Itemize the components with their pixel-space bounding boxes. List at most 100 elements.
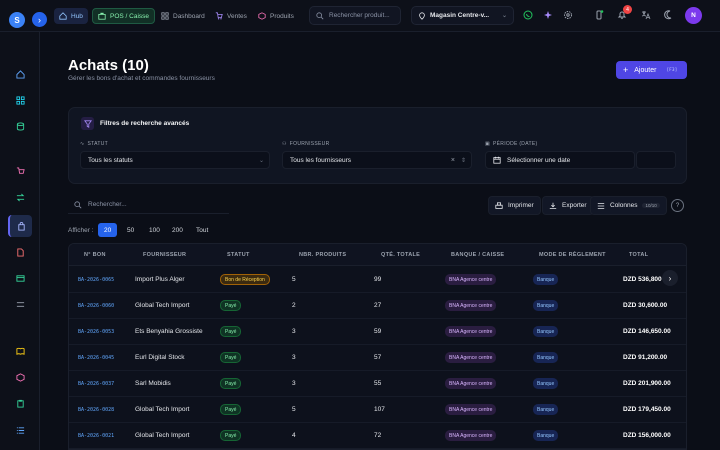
period-filter-label: ▣ PÉRIODE (DATE) bbox=[485, 141, 537, 147]
sidebar-item-book[interactable] bbox=[12, 343, 28, 359]
table-row[interactable]: BA-2026-0045 Eurl Digital Stock Payé 3 57 BNA… bbox=[69, 345, 686, 371]
tab-pos-label: POS / Caisse bbox=[110, 12, 150, 20]
table-row[interactable]: BA-2026-0060 Global Tech Import Payé 2 27 BNA… bbox=[69, 293, 686, 319]
cell-ref[interactable]: BA-2026-0045 bbox=[78, 355, 114, 361]
supplier-filter-select[interactable]: Tous les fournisseurs × ⇕ bbox=[282, 151, 472, 169]
cell-nbr-products: 2 bbox=[292, 302, 296, 309]
top-bar: S › Hub POS / Caisse Dashboard Ventes Pr… bbox=[0, 0, 720, 32]
gear-icon[interactable] bbox=[562, 9, 574, 21]
cell-nbr-products: 4 bbox=[292, 432, 296, 439]
book-icon bbox=[15, 347, 25, 355]
cell-ref[interactable]: BA-2026-0065 bbox=[78, 277, 114, 283]
tab-ventes[interactable]: Ventes bbox=[210, 8, 252, 24]
sidebar-item-ventes[interactable] bbox=[12, 163, 28, 179]
sidebar bbox=[0, 32, 40, 450]
chevron-updown-icon: ⇕ bbox=[460, 157, 466, 164]
page-size-100[interactable]: 100 bbox=[143, 223, 166, 237]
sidebar-item-documents[interactable] bbox=[12, 244, 28, 260]
page-size-all[interactable]: Tout bbox=[190, 223, 214, 237]
col-header-supplier[interactable]: FOURNISSEUR bbox=[143, 252, 186, 258]
box-icon bbox=[258, 12, 266, 20]
sidebar-item-clipboard[interactable] bbox=[12, 395, 28, 411]
page-title: Achats (10) bbox=[68, 57, 149, 74]
sidebar-item-list[interactable] bbox=[12, 422, 28, 438]
col-header-total[interactable]: TOTAL bbox=[629, 252, 648, 258]
page-size-200[interactable]: 200 bbox=[166, 223, 189, 237]
sidebar-item-stock[interactable] bbox=[12, 118, 28, 134]
print-button[interactable]: Imprimer bbox=[488, 196, 541, 215]
period-filter-input[interactable]: Sélectionner une date bbox=[485, 151, 635, 169]
col-header-nbr[interactable]: NBR. PRODUITS bbox=[299, 252, 346, 258]
scroll-right-icon[interactable]: › bbox=[662, 270, 678, 286]
sparkles-icon[interactable] bbox=[542, 9, 554, 21]
purchases-table: N° BON FOURNISSEUR STATUT NBR. PRODUITS … bbox=[68, 243, 687, 450]
page-subtitle: Gérer les bons d'achat et commandes four… bbox=[68, 75, 215, 82]
global-search-input[interactable]: Rechercher produit... bbox=[309, 6, 401, 25]
table-row[interactable]: BA-2026-0028 Global Tech Import Payé 5 107 BN… bbox=[69, 397, 686, 423]
grid-icon bbox=[15, 95, 25, 105]
col-header-qty[interactable]: QTÉ. TOTALE bbox=[381, 252, 420, 258]
columns-button[interactable]: Colonnes 10/10 bbox=[590, 196, 667, 215]
register-icon bbox=[98, 12, 106, 20]
shopping-bag-icon bbox=[17, 221, 25, 231]
add-button[interactable]: + Ajouter [F3] bbox=[616, 61, 687, 79]
table-search-input[interactable]: Rechercher... bbox=[68, 196, 229, 214]
table-row[interactable]: BA-2026-0065 Import Plus Alger Bon de Réce… bbox=[69, 267, 686, 293]
sidebar-item-transfers[interactable] bbox=[12, 189, 28, 205]
tab-pos[interactable]: POS / Caisse bbox=[92, 8, 156, 24]
col-header-bank[interactable]: BANQUE / CAISSE bbox=[451, 252, 504, 258]
col-header-status[interactable]: STATUT bbox=[227, 252, 250, 258]
table-row[interactable]: BA-2026-0021 Global Tech Import Payé 4 72 BNA… bbox=[69, 423, 686, 449]
whatsapp-icon[interactable] bbox=[522, 9, 534, 21]
sidebar-item-home[interactable] bbox=[12, 66, 28, 82]
sidebar-item-payments[interactable] bbox=[12, 270, 28, 286]
cell-ref[interactable]: BA-2026-0021 bbox=[78, 433, 114, 439]
period-filter-label-text: PÉRIODE (DATE) bbox=[493, 141, 538, 147]
cell-ref[interactable]: BA-2026-0037 bbox=[78, 381, 114, 387]
store-selector[interactable]: Magasin Centre-v... ⌄ bbox=[411, 6, 514, 25]
chevron-right-icon[interactable]: › bbox=[32, 12, 47, 27]
cell-ref[interactable]: BA-2026-0028 bbox=[78, 407, 114, 413]
moon-icon[interactable] bbox=[663, 9, 675, 21]
sidebar-item-achats[interactable] bbox=[8, 215, 32, 237]
sidebar-item-products[interactable] bbox=[12, 369, 28, 385]
status-badge: Payé bbox=[220, 404, 242, 415]
cell-total: DZD 156,000.00 bbox=[623, 432, 671, 439]
cell-qty-total: 55 bbox=[374, 380, 382, 387]
cell-total: DZD 179,450.00 bbox=[623, 406, 671, 413]
page-size-50[interactable]: 50 bbox=[121, 223, 140, 237]
table-row[interactable]: BA-2026-0053 Ets Benyahia Grossiste Payé 3 5… bbox=[69, 319, 686, 345]
app-logo[interactable]: S bbox=[9, 12, 25, 28]
sidebar-item-exchange[interactable] bbox=[12, 296, 28, 312]
table-search-placeholder: Rechercher... bbox=[88, 201, 127, 208]
col-header-ref[interactable]: N° BON bbox=[84, 252, 106, 258]
col-header-mode[interactable]: MODE DE RÈGLEMENT bbox=[539, 252, 606, 258]
filters-title: Filtres de recherche avancés bbox=[100, 120, 190, 127]
page-size-20[interactable]: 20 bbox=[98, 223, 118, 237]
help-icon[interactable]: ? bbox=[671, 199, 684, 212]
cart-icon bbox=[215, 12, 223, 20]
cell-ref[interactable]: BA-2026-0053 bbox=[78, 329, 114, 335]
tab-dashboard[interactable]: Dashboard bbox=[156, 8, 210, 24]
table-header: N° BON FOURNISSEUR STATUT NBR. PRODUITS … bbox=[69, 244, 686, 266]
sidebar-item-dashboard[interactable] bbox=[12, 92, 28, 108]
status-filter-select[interactable]: Tous les statuts ⌄ bbox=[80, 151, 270, 169]
cell-ref[interactable]: BA-2026-0060 bbox=[78, 303, 114, 309]
tab-produits[interactable]: Produits bbox=[253, 8, 299, 24]
cell-qty-total: 57 bbox=[374, 354, 382, 361]
columns-count: 10/10 bbox=[642, 203, 660, 208]
mobile-icon[interactable] bbox=[593, 9, 605, 21]
search-icon bbox=[316, 11, 324, 19]
cell-nbr-products: 3 bbox=[292, 328, 296, 335]
translate-icon[interactable] bbox=[640, 9, 652, 21]
show-label: Afficher : bbox=[68, 227, 94, 234]
avatar[interactable]: N bbox=[685, 7, 702, 24]
home-icon bbox=[15, 69, 25, 79]
export-button[interactable]: Exporter bbox=[542, 196, 594, 215]
period-filter-end[interactable] bbox=[636, 151, 676, 169]
tab-hub-label: Hub bbox=[71, 12, 83, 20]
clear-icon[interactable]: × bbox=[451, 157, 455, 164]
table-row[interactable]: BA-2026-0037 Sarl Mobidis Payé 3 55 BNA Agenc… bbox=[69, 371, 686, 397]
store-selector-label: Magasin Centre-v... bbox=[430, 12, 490, 19]
tab-hub[interactable]: Hub bbox=[54, 8, 88, 24]
